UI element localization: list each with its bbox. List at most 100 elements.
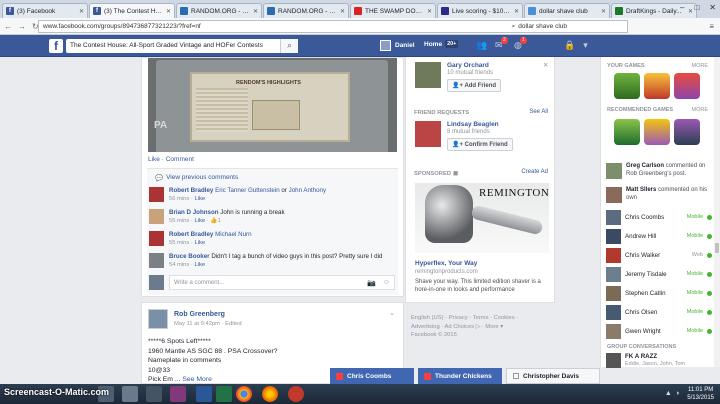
close-icon[interactable]: ✕ xyxy=(601,8,606,15)
see-more-link[interactable]: See More xyxy=(182,376,211,383)
browser-tab[interactable]: RANDOM.ORG - Li... ✕ xyxy=(263,3,349,18)
chat-tab[interactable]: Thunder Chickens xyxy=(418,368,502,384)
see-all-link[interactable]: See All xyxy=(529,109,548,115)
game-icon[interactable] xyxy=(674,73,700,99)
browser-tab[interactable]: f (3) Facebook ✕ xyxy=(2,3,88,18)
avatar[interactable] xyxy=(415,62,441,88)
close-icon[interactable]: ✕ xyxy=(514,8,519,15)
firefox-icon[interactable] xyxy=(262,386,278,402)
network-icon[interactable]: ▲ xyxy=(665,390,672,397)
excel-icon[interactable] xyxy=(216,386,232,402)
chat-friend[interactable]: Chris Walker Web xyxy=(606,247,712,263)
comment-like-link[interactable]: Like xyxy=(194,240,205,246)
confirm-friend-button[interactable]: 👤+ Confirm Friend xyxy=(447,138,513,151)
comment-like-link[interactable]: Like xyxy=(194,262,205,268)
browser-tab[interactable]: Live scoring - $10K... ✕ xyxy=(437,3,523,18)
home-link[interactable]: Home 20+ xyxy=(424,40,459,48)
emoji-icon[interactable]: ☺ xyxy=(383,279,390,286)
chat-friend[interactable]: Chris Olsen Mobile xyxy=(606,304,712,320)
commenter-name[interactable]: Bruce Booker xyxy=(169,253,210,260)
browser-tab[interactable]: THE SWAMP DON... ✕ xyxy=(350,3,436,18)
avatar xyxy=(606,163,622,179)
avatar[interactable] xyxy=(149,187,164,202)
friend-requests-icon[interactable]: 👥 xyxy=(476,40,487,51)
ad-image[interactable]: REMINGTON xyxy=(415,183,549,253)
screencast-icon[interactable] xyxy=(288,386,304,402)
close-icon[interactable]: ✕ xyxy=(340,8,345,15)
chat-friend[interactable]: Gwen Wright Mobile xyxy=(606,323,712,339)
chat-friend[interactable]: Stephen Catlin Mobile xyxy=(606,285,712,301)
app-icon[interactable] xyxy=(146,386,162,402)
onenote-icon[interactable] xyxy=(170,386,186,402)
commenter-name[interactable]: Robert Bradley xyxy=(169,187,213,194)
lock-icon[interactable]: 🔒 xyxy=(564,40,575,51)
game-icon[interactable] xyxy=(614,119,640,145)
group-conversation[interactable]: FK A RAZZ Eddie, Jason, John, Tom xyxy=(606,352,712,368)
avatar[interactable] xyxy=(149,253,164,268)
close-window-icon[interactable]: ✕ xyxy=(709,3,716,12)
avatar[interactable] xyxy=(149,209,164,224)
avatar[interactable] xyxy=(415,121,441,147)
view-previous-comments[interactable]: 💬 View previous comments xyxy=(155,174,238,182)
browser-menu-icon[interactable]: ≡ xyxy=(709,22,714,31)
browser-tab[interactable]: RANDOM.ORG - D... ✕ xyxy=(176,3,262,18)
avatar[interactable] xyxy=(148,309,168,329)
add-friend-button[interactable]: 👤+ Add Friend xyxy=(447,79,502,92)
game-icon[interactable] xyxy=(614,73,640,99)
game-icon[interactable] xyxy=(644,119,670,145)
close-icon[interactable]: ✕ xyxy=(427,8,432,15)
search-icon[interactable]: ⌕ xyxy=(280,39,298,53)
game-icon[interactable] xyxy=(644,73,670,99)
profile-link[interactable]: Daniel xyxy=(380,40,415,51)
comment-link[interactable]: Comment xyxy=(166,156,194,163)
ticker-item[interactable]: Greg Carlson commented on Rob Greenberg'… xyxy=(606,163,714,179)
post-photo[interactable]: RENDOM'S HIGHLIGHTS PA xyxy=(148,58,397,152)
facebook-logo-icon[interactable]: f xyxy=(49,39,63,53)
commenter-name[interactable]: Brian D Johnson xyxy=(169,209,219,216)
close-icon[interactable]: ✕ xyxy=(253,8,258,15)
chrome-icon[interactable] xyxy=(236,386,252,402)
ticker-item[interactable]: Matt Sllers commented on his own xyxy=(606,187,714,203)
comment-input[interactable]: Write a comment... 📷 ☺ xyxy=(169,275,395,290)
commenter-name[interactable]: Robert Bradley xyxy=(169,231,213,238)
close-icon[interactable]: ✕ xyxy=(79,8,84,15)
facebook-search-input[interactable]: The Contest House: All-Sport Graded Vint… xyxy=(66,39,298,53)
post-author[interactable]: Rob Greenberg xyxy=(174,311,225,318)
page-scrollbar[interactable] xyxy=(714,57,720,367)
scrollbar-thumb[interactable] xyxy=(715,243,719,253)
minimize-icon[interactable]: – xyxy=(680,3,684,12)
post-date[interactable]: May 11 at 9:42pm xyxy=(174,321,220,327)
camera-icon[interactable]: 📷 xyxy=(367,279,376,287)
more-games-link[interactable]: MORE xyxy=(692,63,709,69)
maximize-icon[interactable]: □ xyxy=(694,3,699,12)
create-ad-link[interactable]: Create Ad xyxy=(521,169,548,175)
app-icon[interactable] xyxy=(122,386,138,402)
chat-friend[interactable]: Jeremy Tisdale Mobile xyxy=(606,266,712,282)
avatar[interactable] xyxy=(149,231,164,246)
forward-icon[interactable]: → xyxy=(18,22,26,31)
chat-friend[interactable]: Andrew Hill Mobile xyxy=(606,228,712,244)
messages-icon[interactable]: ✉ 2 xyxy=(495,37,508,51)
chat-friend[interactable]: Chris Coombs Mobile xyxy=(606,209,712,225)
back-icon[interactable]: ← xyxy=(4,22,12,31)
browser-tab[interactable]: dollar shave club ✕ xyxy=(524,3,610,18)
ad-title[interactable]: Hyperflex, Your Way xyxy=(415,260,477,267)
comment-like-link[interactable]: Like xyxy=(194,218,205,224)
word-icon[interactable] xyxy=(196,386,212,402)
game-icon[interactable] xyxy=(674,119,700,145)
browser-tab-active[interactable]: f (3) The Contest House ✕ xyxy=(89,3,175,18)
chat-tab[interactable]: Chris Coombs xyxy=(330,368,414,384)
swamp-icon xyxy=(354,7,362,15)
close-icon[interactable]: ✕ xyxy=(543,61,548,69)
chat-tab[interactable]: Christopher Davis xyxy=(506,368,600,384)
comment-like-link[interactable]: Like xyxy=(194,196,205,202)
chevron-down-icon[interactable]: ⌄ xyxy=(389,309,395,317)
more-games-link[interactable]: MORE xyxy=(692,107,709,113)
close-icon[interactable]: ✕ xyxy=(166,8,171,15)
system-clock[interactable]: 11:01 PM 5/13/2015 xyxy=(687,386,714,402)
like-link[interactable]: Like xyxy=(148,156,160,163)
globe-icon[interactable]: ◍ 1 xyxy=(514,37,527,51)
url-input[interactable]: www.facebook.com/groups/894736877321223/… xyxy=(38,20,628,33)
volume-icon[interactable]: ◗ xyxy=(676,390,680,397)
chevron-down-icon[interactable]: ▾ xyxy=(583,40,588,51)
